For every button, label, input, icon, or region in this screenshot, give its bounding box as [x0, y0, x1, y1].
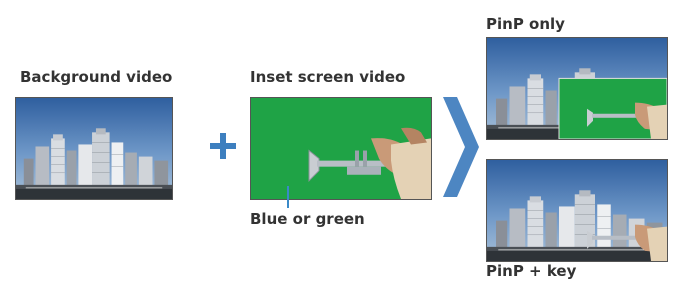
pinp-key-panel: [486, 159, 668, 262]
pinp-key-label: PinP + key: [486, 262, 577, 280]
pinp-key-composite-image: [487, 160, 667, 261]
right-chevron-arrow-icon: [443, 97, 479, 197]
pinp-only-composite-image: [487, 38, 667, 139]
green-pointer-line: [287, 186, 289, 208]
pinp-only-label: PinP only: [486, 15, 565, 33]
background-video-panel: [15, 97, 173, 200]
background-video-label: Background video: [20, 68, 173, 86]
city-scene-image: [16, 98, 172, 199]
plus-icon: [210, 133, 236, 159]
pinp-only-panel: [486, 37, 668, 140]
trumpet-player-image: [251, 98, 431, 199]
blue-or-green-label: Blue or green: [250, 210, 365, 228]
inset-screen-video-panel: [250, 97, 432, 200]
inset-screen-video-label: Inset screen video: [250, 68, 406, 86]
